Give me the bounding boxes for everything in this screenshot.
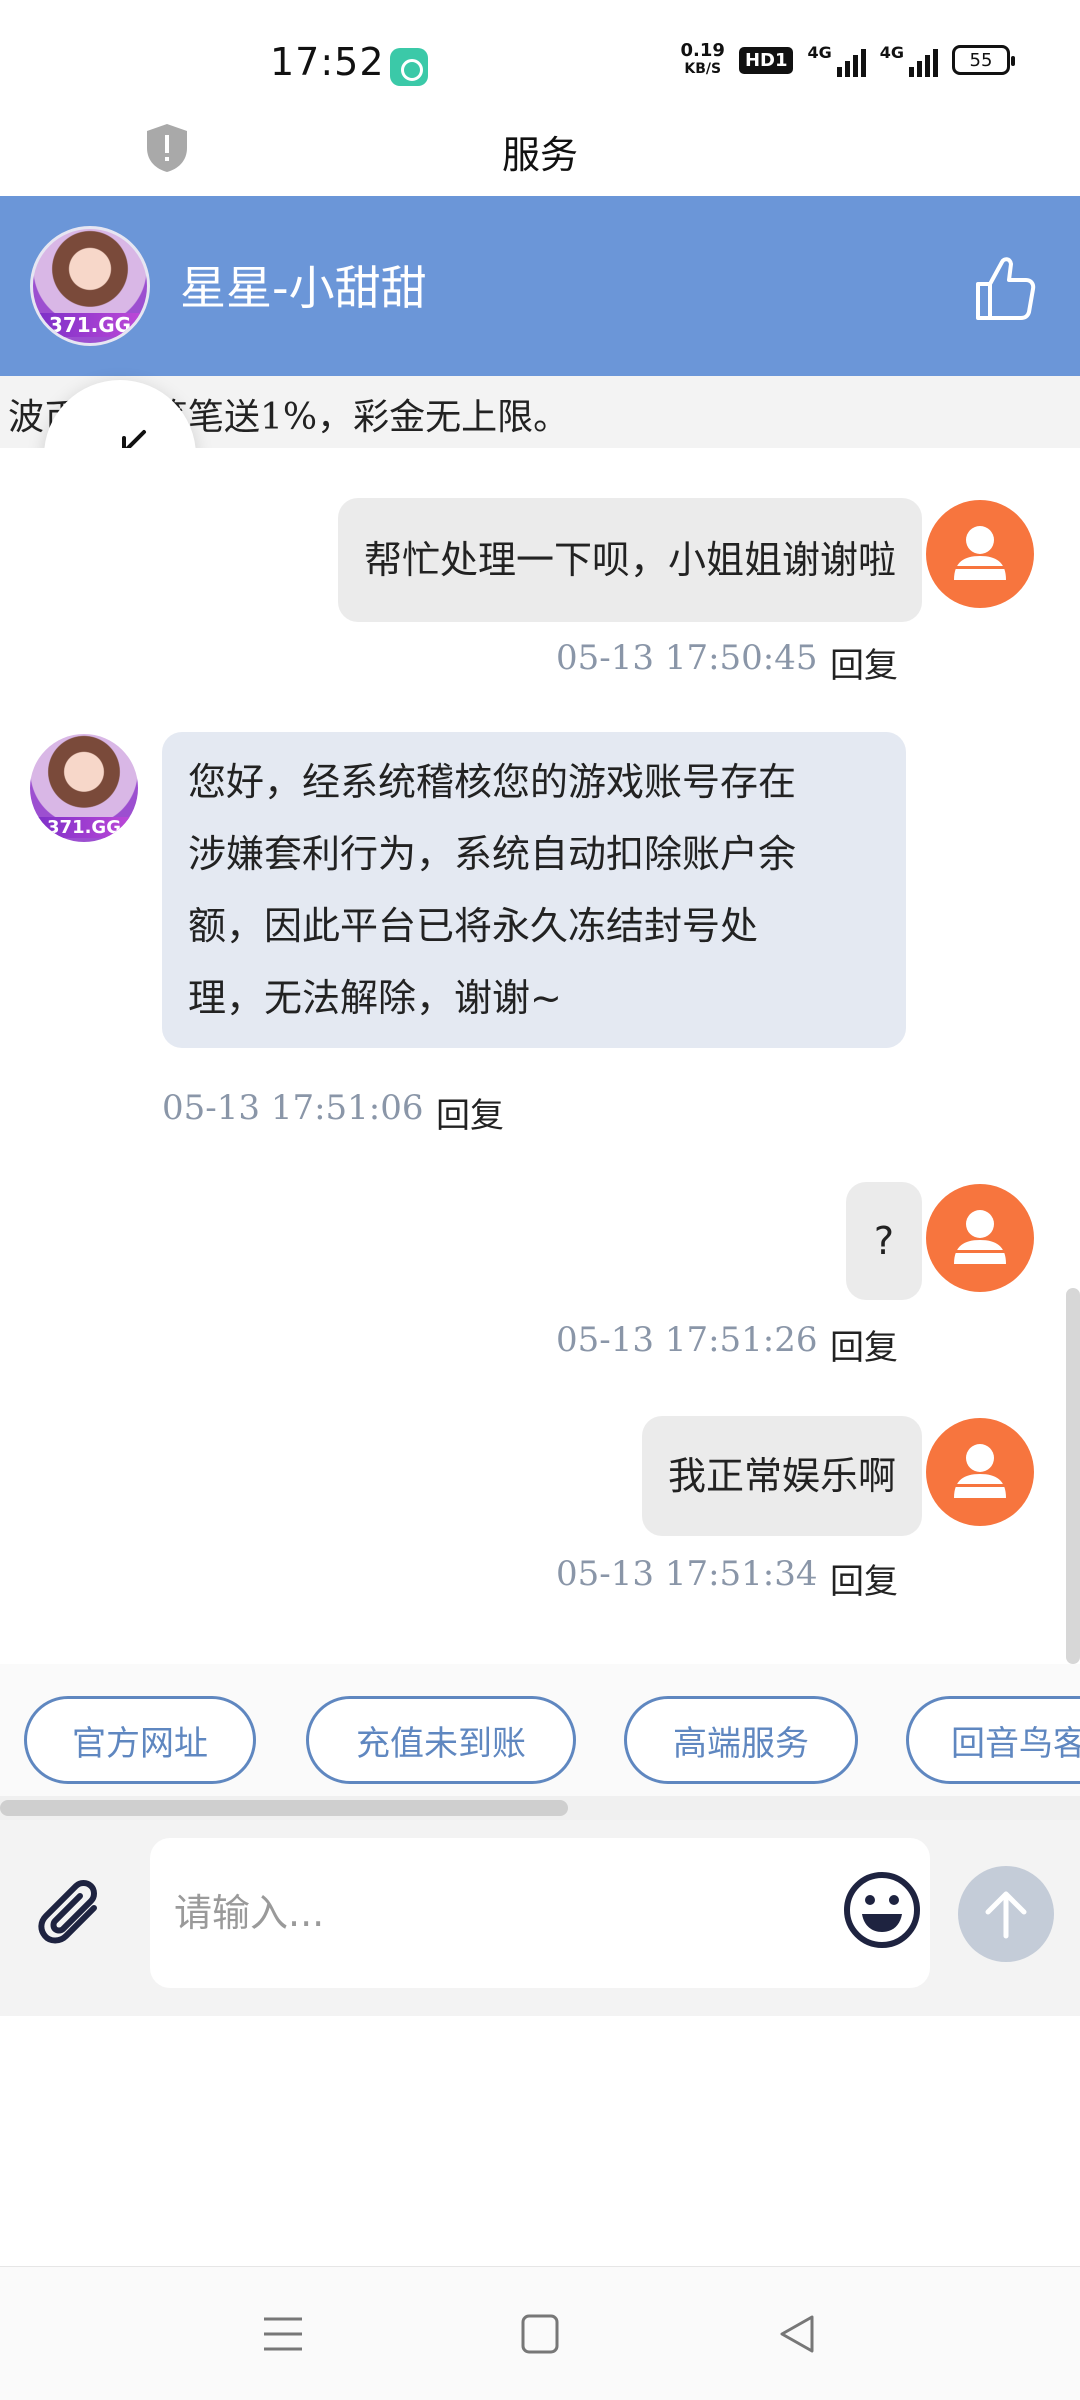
message-line: 涉嫌套利行为，系统自动扣除账户余	[188, 832, 797, 876]
signal-icon: 4G	[880, 43, 938, 77]
avatar-label: 371.GG	[30, 817, 138, 838]
quick-chip-recharge-missing[interactable]: 充值未到账	[306, 1696, 576, 1784]
message-text: 我正常娱乐啊	[667, 1454, 896, 1498]
reply-button[interactable]: 回复	[830, 1320, 898, 1369]
status-bar: 17:52 0.19 KB/S HD1 4G 4G 55	[0, 0, 1080, 110]
chips-scrollbar[interactable]	[0, 1796, 1080, 1820]
agent-avatar: 371.GG	[30, 734, 138, 842]
message-line: 您好，经系统稽核您的游戏账号存在	[188, 760, 797, 804]
reply-button[interactable]: 回复	[830, 638, 898, 687]
message-input[interactable]	[150, 1838, 930, 1988]
chat-header: 371.GG 星星-小甜甜	[0, 196, 1080, 376]
agent-avatar[interactable]: 371.GG	[30, 226, 150, 346]
user-avatar	[926, 1184, 1034, 1292]
message-line: 额，因此平台已将永久冻结封号处	[188, 904, 759, 948]
net-speed-unit: KB/S	[684, 61, 722, 77]
battery-icon: 55	[952, 45, 1015, 75]
message-line: 理，无法解除，谢谢~	[188, 976, 562, 1020]
message-text: 帮忙处理一下呗，小姐姐谢谢啦	[363, 538, 896, 582]
net-speed: 0.19 KB/S	[681, 42, 725, 78]
home-icon[interactable]	[515, 2311, 565, 2357]
user-message-bubble: 我正常娱乐啊	[641, 1416, 922, 1536]
message-text: ?	[873, 1219, 894, 1263]
signal-icon: 4G	[807, 43, 866, 77]
thumbs-up-icon[interactable]	[974, 254, 1036, 322]
back-icon[interactable]	[772, 2311, 822, 2357]
user-icon	[954, 526, 1006, 580]
user-icon	[954, 1444, 1006, 1498]
emoji-icon[interactable]	[842, 1870, 922, 1950]
menu-icon[interactable]	[258, 2311, 308, 2357]
page-title: 服务	[501, 133, 578, 177]
message-timestamp: 05-13 17:51:06	[162, 1088, 424, 1128]
message-timestamp: 05-13 17:51:26	[556, 1320, 818, 1360]
chips-scrollbar-thumb[interactable]	[0, 1800, 568, 1816]
agent-message-bubble: 您好，经系统稽核您的游戏账号存在 涉嫌套利行为，系统自动扣除账户余 额，因此平台…	[162, 732, 906, 1048]
send-button[interactable]	[958, 1866, 1054, 1962]
quick-chip-echo-bird[interactable]: 回音鸟客	[906, 1696, 1080, 1784]
status-time: 17:52	[270, 40, 385, 84]
quick-reply-bar[interactable]: 官方网址 充值未到账 高端服务 回音鸟客	[0, 1664, 1080, 1796]
quick-chip-official-site[interactable]: 官方网址	[24, 1696, 256, 1784]
agent-name: 星星-小甜甜	[180, 261, 427, 315]
message-timestamp: 05-13 17:50:45	[556, 638, 818, 678]
message-timestamp: 05-13 17:51:34	[556, 1554, 818, 1594]
user-message-bubble: 帮忙处理一下呗，小姐姐谢谢啦	[337, 498, 922, 622]
send-arrow-icon	[985, 1891, 1027, 1939]
title-bar: 服务	[0, 110, 1080, 196]
input-bar	[0, 1820, 1080, 2016]
user-message-bubble: ?	[845, 1182, 922, 1300]
user-avatar	[926, 500, 1034, 608]
network-type-1: 4G	[807, 43, 832, 62]
reply-button[interactable]: 回复	[436, 1088, 504, 1137]
quick-chip-vip-service[interactable]: 高端服务	[624, 1696, 858, 1784]
user-avatar	[926, 1418, 1034, 1526]
system-nav-bar	[0, 2266, 1080, 2400]
app-notification-icon	[390, 48, 428, 86]
net-speed-value: 0.19	[680, 40, 725, 61]
paperclip-icon[interactable]	[36, 1878, 114, 1956]
chat-messages[interactable]: 帮忙处理一下呗，小姐姐谢谢啦 05-13 17:50:45 回复 371.GG …	[0, 448, 1080, 1664]
reply-button[interactable]: 回复	[830, 1554, 898, 1603]
network-type-2: 4G	[879, 43, 904, 62]
avatar-label: 371.GG	[33, 313, 147, 337]
chat-scrollbar[interactable]	[1066, 1288, 1080, 1664]
user-icon	[954, 1210, 1006, 1264]
status-icons: 0.19 KB/S HD1 4G 4G 55	[681, 42, 1015, 78]
hd-badge: HD1	[738, 46, 794, 74]
